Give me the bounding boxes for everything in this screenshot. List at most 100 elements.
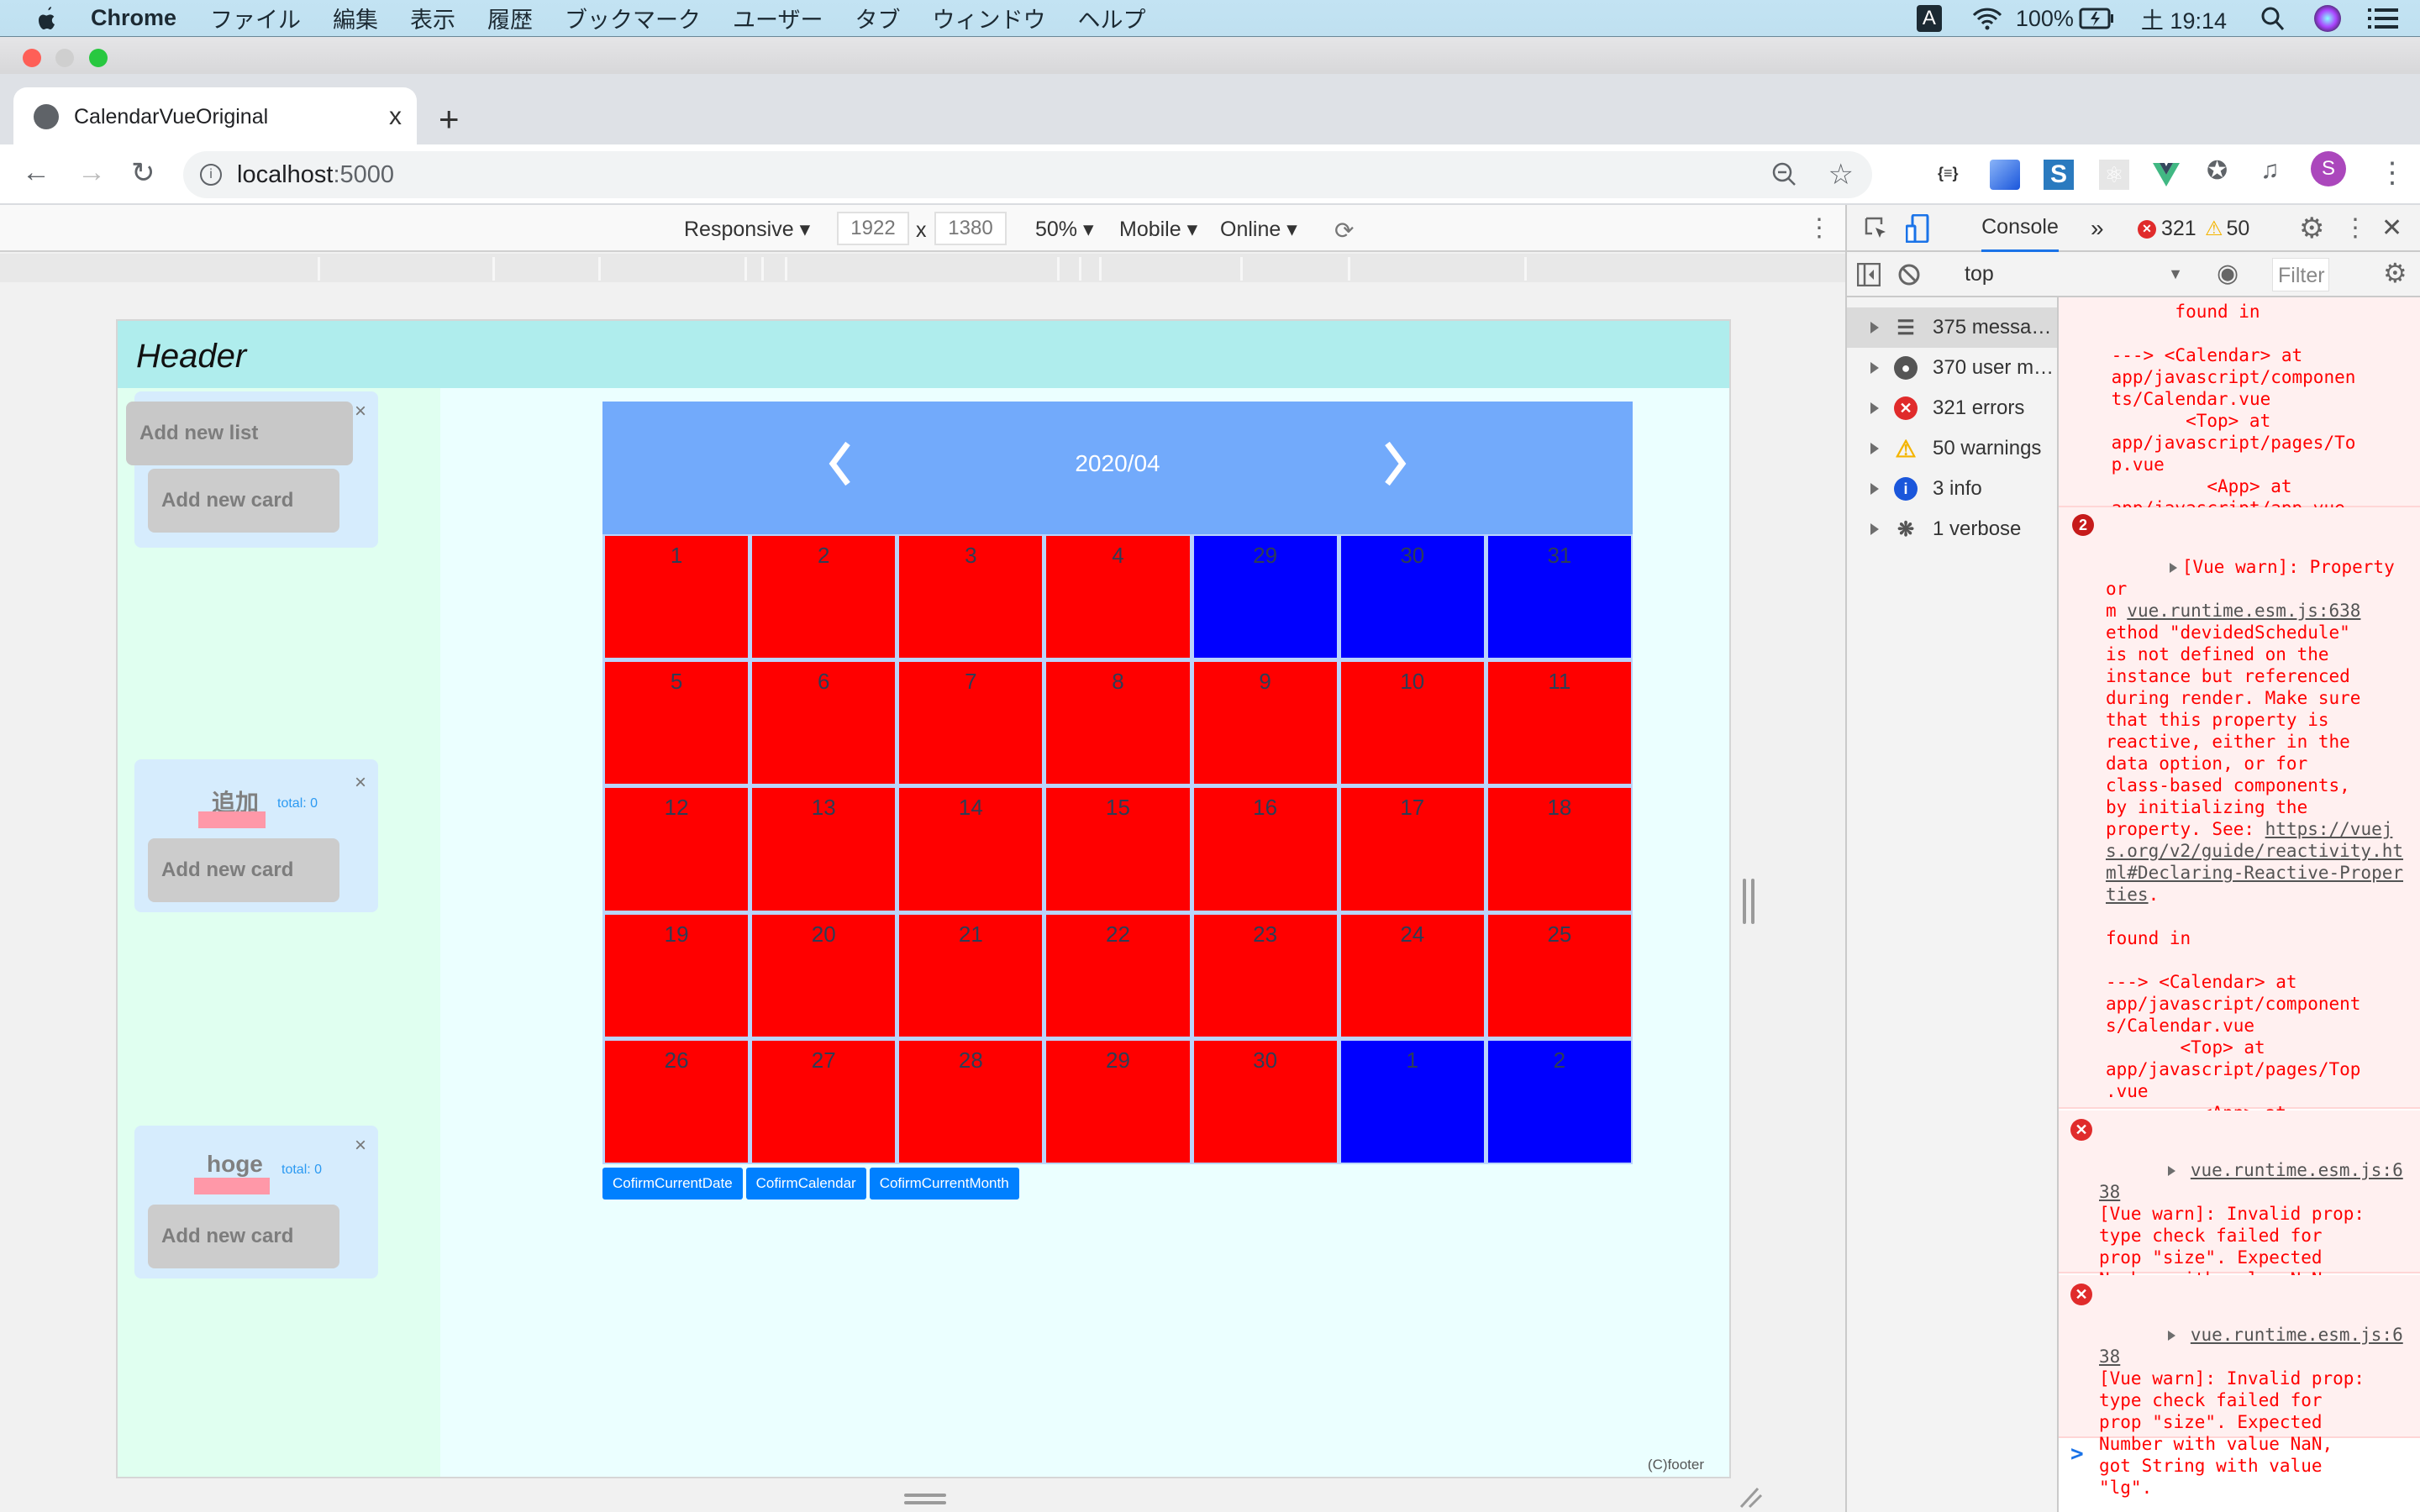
forward-button[interactable]: → [77,156,106,189]
calendar-day-cell[interactable]: 23 [1193,914,1337,1037]
calendar-day-cell[interactable]: 14 [899,788,1043,911]
list-close-button[interactable]: × [355,400,366,423]
calendar-day-cell[interactable]: 25 [1487,914,1631,1037]
menu-file[interactable]: ファイル [210,2,301,34]
calendar-day-cell[interactable]: 21 [899,914,1043,1037]
calendar-day-cell[interactable]: 12 [605,788,749,911]
add-card-button[interactable]: Add new card [148,1205,339,1268]
rotate-icon[interactable]: ⟳ [1334,217,1354,244]
sidebar-item-info[interactable]: i 3 info [1847,469,2057,509]
calendar-day-cell[interactable]: 17 [1340,788,1484,911]
siri-icon[interactable] [2314,5,2341,32]
calendar-day-cell[interactable]: 26 [605,1040,749,1163]
calendar-day-cell[interactable]: 28 [899,1040,1043,1163]
sidebar-item-user-messages[interactable]: ● 370 user m… [1847,348,2057,388]
calendar-day-cell[interactable]: 4 [1046,536,1190,659]
list-close-button[interactable]: × [355,1134,366,1158]
context-select[interactable]: top ▼ [1965,262,2183,286]
menu-help[interactable]: ヘルプ [1077,2,1145,34]
media-query-bar[interactable] [0,254,1845,282]
clear-console-icon[interactable] [1897,263,1921,286]
google-translate-extension-icon[interactable] [1990,160,2020,190]
calendar-day-cell[interactable]: 27 [752,1040,896,1163]
device-select[interactable]: Responsive ▾ [684,217,810,242]
source-link[interactable]: vue.runtime.esm.js:638 [2127,601,2360,621]
menu-history[interactable]: 履歴 [487,2,533,34]
menu-window[interactable]: ウィンドウ [932,2,1045,34]
menu-bookmarks[interactable]: ブックマーク [565,2,701,34]
confirm-current-month-button[interactable]: CofirmCurrentMonth [869,1168,1019,1200]
throttle-select[interactable]: Mobile ▾ [1119,217,1197,242]
notification-center-icon[interactable] [2368,8,2398,29]
vue-devtools-extension-icon[interactable] [2151,160,2181,190]
viewport-height-resize-handle[interactable] [904,1494,946,1505]
source-link[interactable]: vue.runtime.esm.js:638 [2099,1325,2403,1367]
clock[interactable]: 土 19:14 [2141,3,2227,35]
calendar-day-cell[interactable]: 18 [1487,788,1631,911]
zoom-select[interactable]: 50% ▾ [1035,217,1094,242]
react-devtools-extension-icon[interactable]: ⚛ [2099,160,2129,190]
calendar-day-cell[interactable]: 10 [1340,662,1484,785]
console-settings-icon[interactable]: ⚙ [2383,257,2407,289]
console-filter-input[interactable]: Filter [2272,258,2329,291]
calendar-other-month-cell[interactable]: 2 [1487,1040,1631,1163]
calendar-day-cell[interactable]: 5 [605,662,749,785]
live-expression-eye-icon[interactable]: ◉ [2217,259,2238,288]
calendar-day-cell[interactable]: 3 [899,536,1043,659]
viewport-height-input[interactable]: 1380 [934,212,1007,245]
console-message[interactable]: 2 [Vue warn]: Property or m vue.runtime.… [2059,507,2420,1167]
new-tab-button[interactable]: + [439,99,460,139]
console-message[interactable]: ✕ vue.runtime.esm.js:638 [Vue warn]: Inva… [2059,1110,2420,1333]
apple-icon[interactable] [35,5,59,32]
spotlight-search-icon[interactable] [2260,5,2286,32]
devtools-close-icon[interactable]: ✕ [2381,213,2402,243]
expand-triangle-icon[interactable] [2167,1331,2175,1341]
calendar-day-cell[interactable]: 13 [752,788,896,911]
calendar-day-cell[interactable]: 24 [1340,914,1484,1037]
add-card-button[interactable]: Add new card [148,469,339,533]
device-toolbar-menu-icon[interactable]: ⋮ [1807,213,1832,243]
input-method-indicator[interactable]: A [1916,5,1942,32]
calendar-day-cell[interactable]: 29 [1046,1040,1190,1163]
sidebar-item-errors[interactable]: ✕ 321 errors [1847,388,2057,428]
viewport-corner-resize-handle[interactable] [1738,1483,1763,1509]
console-prompt[interactable]: > [2070,1443,2084,1465]
address-bar[interactable]: i localhost:5000 ☆ [183,151,1872,198]
calendar-other-month-cell[interactable]: 1 [1340,1040,1484,1163]
calendar-day-cell[interactable]: 15 [1046,788,1190,911]
back-button[interactable]: ← [22,156,50,189]
calendar-day-cell[interactable]: 19 [605,914,749,1037]
calendar-day-cell[interactable]: 1 [605,536,749,659]
calendar-day-cell[interactable]: 2 [752,536,896,659]
menu-app-name[interactable]: Chrome [91,5,176,31]
menu-tab[interactable]: タブ [855,2,900,34]
calendar-day-cell[interactable]: 6 [752,662,896,785]
minimize-window-button[interactable] [55,49,74,67]
json-viewer-extension-icon[interactable]: {≡} [1938,165,1968,195]
extensions-puzzle-icon[interactable]: ✪ [2207,156,2237,186]
next-month-button[interactable] [1379,438,1413,489]
more-tabs-button[interactable]: » [2091,215,2104,242]
browser-tab[interactable]: CalendarVueOriginal x [13,87,417,146]
console-message[interactable]: ✕ vue.runtime.esm.js:638 [Vue warn]: Inva… [2059,1275,2420,1498]
calendar-day-cell[interactable]: 7 [899,662,1043,785]
menu-view[interactable]: 表示 [410,2,455,34]
profile-avatar[interactable]: S [2311,151,2346,186]
calendar-day-cell[interactable]: 16 [1193,788,1337,911]
calendar-other-month-cell[interactable]: 31 [1487,536,1631,659]
media-control-icon[interactable]: ♫ [2260,156,2291,186]
zoom-window-button[interactable] [89,49,108,67]
expand-triangle-icon[interactable] [2169,563,2177,573]
reload-button[interactable]: ↻ [131,156,155,190]
tab-console[interactable]: Console [1981,205,2059,252]
close-window-button[interactable] [23,49,41,67]
devtools-menu-icon[interactable]: ⋮ [2343,213,2368,243]
network-select[interactable]: Online ▾ [1220,217,1297,242]
calendar-day-cell[interactable]: 30 [1193,1040,1337,1163]
s-extension-icon[interactable]: S [2044,160,2074,190]
add-list-button[interactable]: Add new list [126,402,353,465]
expand-triangle-icon[interactable] [2167,1166,2175,1176]
list-title[interactable]: hoge [207,1151,263,1178]
show-sidebar-icon[interactable] [1857,263,1881,286]
calendar-other-month-cell[interactable]: 30 [1340,536,1484,659]
